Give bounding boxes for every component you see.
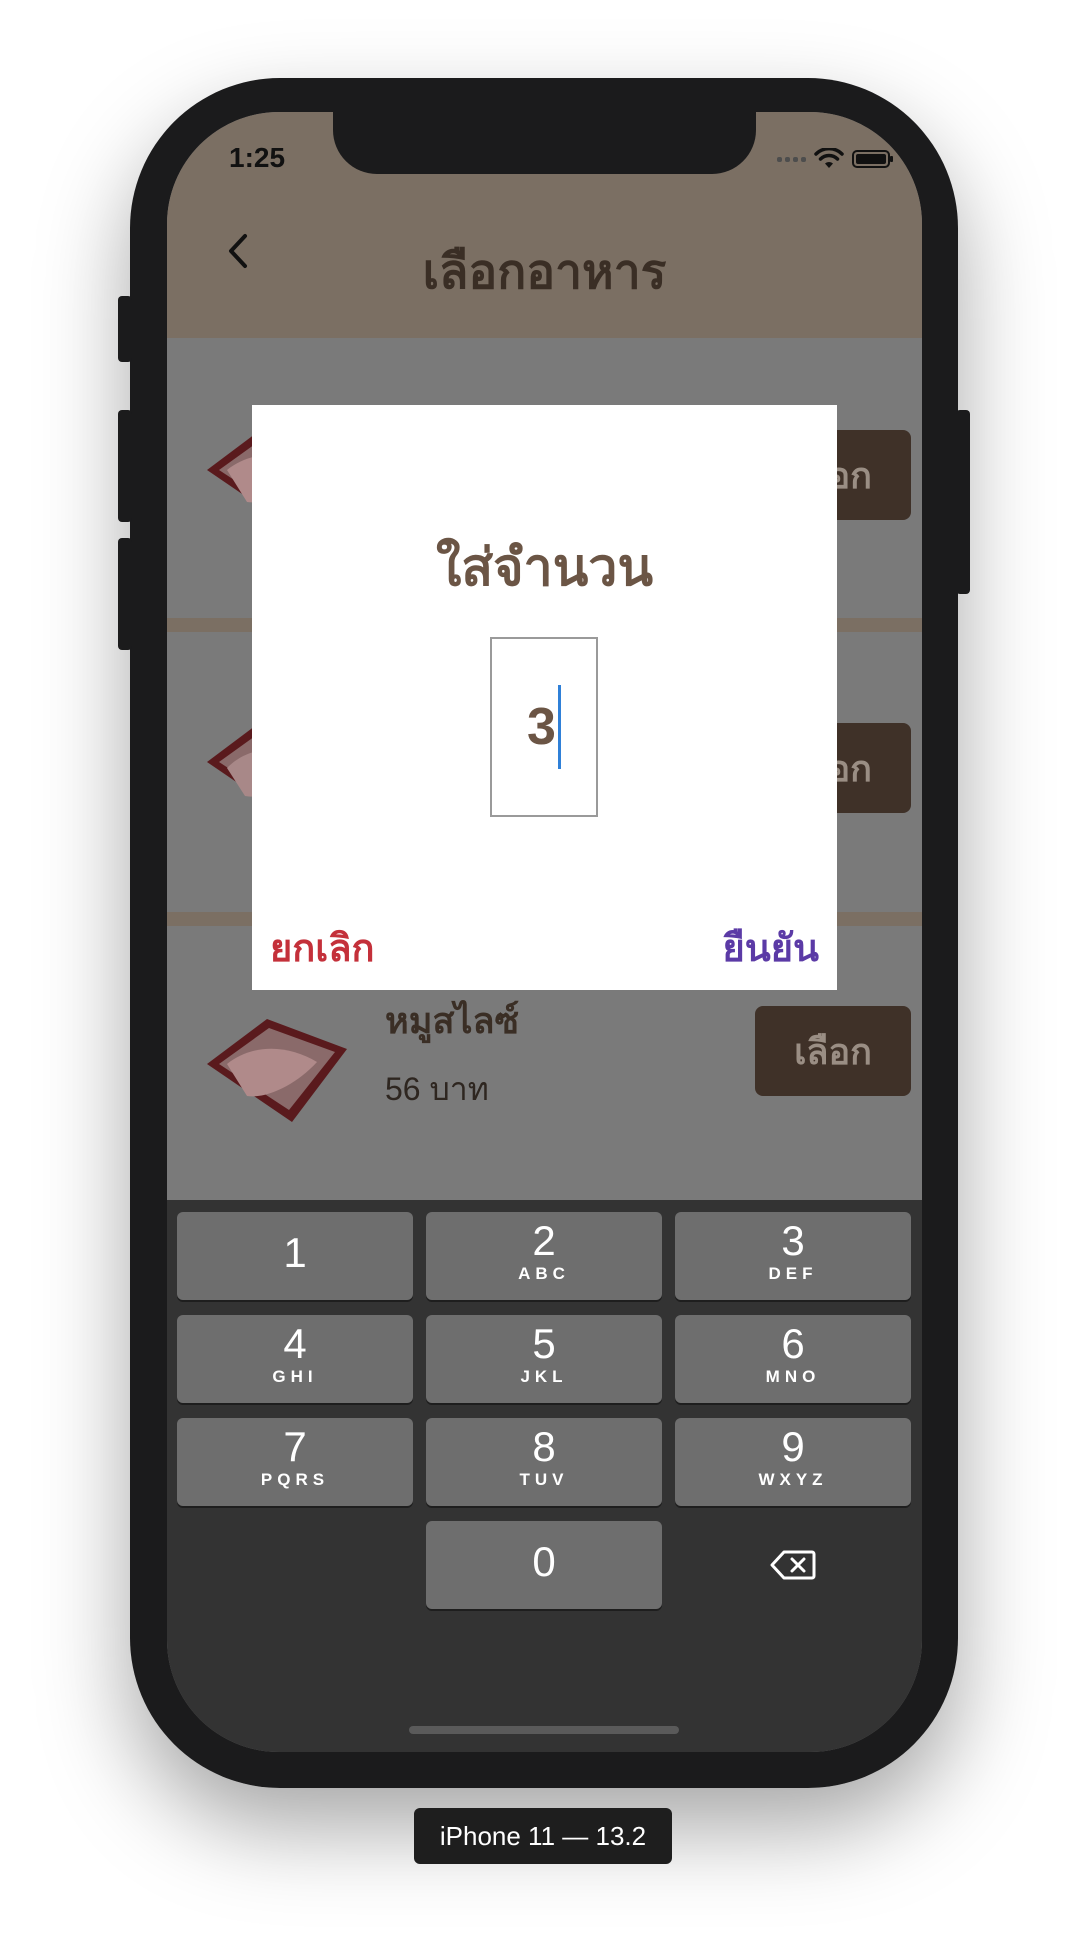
page-title: เลือกอาหาร [422, 246, 667, 299]
device-label: iPhone 11 — 13.2 [414, 1808, 672, 1864]
item-name: หมูสไลซ์ [385, 1000, 520, 1041]
silent-switch [118, 296, 132, 362]
volume-up-button [118, 410, 132, 522]
wifi-icon [814, 148, 844, 168]
delete-key[interactable] [675, 1521, 911, 1609]
dialog-title: ใส่จำนวน [435, 539, 654, 597]
key-3[interactable]: 3 DEF [675, 1212, 911, 1300]
text-caret [557, 685, 561, 769]
signal-icon [777, 156, 806, 162]
key-2[interactable]: 2 ABC [426, 1212, 662, 1300]
key-9[interactable]: 9 WXYZ [675, 1418, 911, 1506]
quantity-dialog: ใส่จำนวน 3 ยกเลิก ยืนยัน [252, 405, 837, 990]
status-icons [777, 148, 893, 170]
confirm-button[interactable]: ยืนยัน [723, 917, 819, 978]
numeric-keypad: 1 2 ABC 3 DEF 4 GHI 5 JKL 6 MNO 7 PQRS 8 TUV 9W… [167, 1200, 922, 1752]
notch [333, 112, 756, 174]
home-indicator[interactable] [409, 1726, 679, 1734]
power-button [956, 410, 970, 594]
key-6[interactable]: 6 MNO [675, 1315, 911, 1403]
key-5[interactable]: 5 JKL [426, 1315, 662, 1403]
key-8[interactable]: 8 TUV [426, 1418, 662, 1506]
volume-down-button [118, 538, 132, 650]
quantity-input[interactable]: 3 [490, 637, 598, 817]
backspace-icon [770, 1550, 816, 1580]
quantity-value: 3 [527, 698, 556, 756]
item-price: 56 บาท [385, 1071, 489, 1107]
key-7[interactable]: 7 PQRS [177, 1418, 413, 1506]
cancel-button[interactable]: ยกเลิก [270, 917, 375, 978]
key-1[interactable]: 1 [177, 1212, 413, 1300]
food-thumbnail [207, 1019, 347, 1122]
app-header: 1:25 เลือกอาหาร [167, 112, 922, 338]
key-0[interactable]: 0 [426, 1521, 662, 1609]
battery-icon [852, 150, 893, 168]
key-4[interactable]: 4 GHI [177, 1315, 413, 1403]
select-button[interactable]: เลือก [755, 1006, 911, 1096]
status-time: 1:25 [229, 142, 286, 173]
